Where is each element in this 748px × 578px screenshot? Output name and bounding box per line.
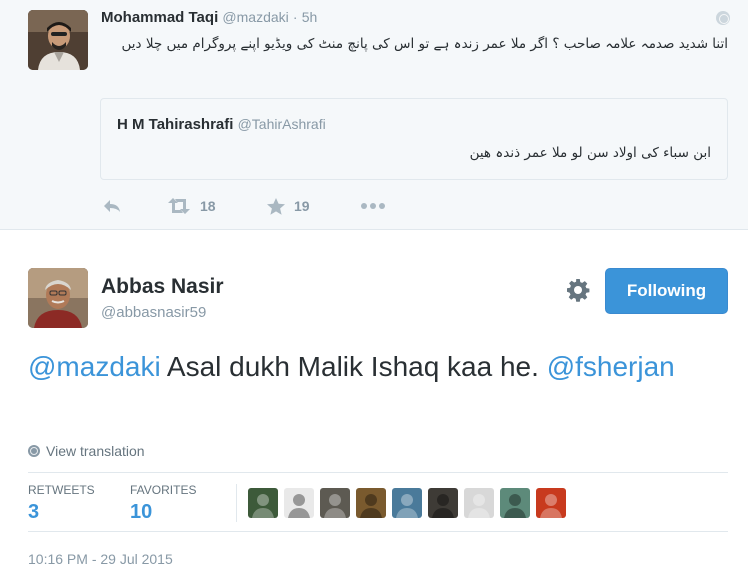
mention-link[interactable]: @fsherjan [547,351,675,382]
author-handle[interactable]: @abbasnasir59 [101,304,206,321]
quoted-author-handle[interactable]: @TahirAshrafi [238,116,326,132]
favorite-count: 19 [294,198,310,214]
globe-icon [716,11,730,25]
quoted-tweet-text: ابن سباء کی اولاد سن لو ملا عمر ذندہ ھین [469,145,711,161]
avatar[interactable] [28,268,88,328]
tweet-timestamp[interactable]: 10:16 PM - 29 Jul 2015 [28,551,173,567]
favoriter-avatar[interactable] [500,488,530,518]
avatar-silhouette [504,494,526,518]
favoriter-avatar[interactable] [356,488,386,518]
view-translation-link[interactable]: View translation [28,443,145,459]
tweet-actions: 18 19 [102,194,402,218]
avatar-silhouette [540,494,562,518]
favoriter-avatar[interactable] [248,488,278,518]
favorites-stat[interactable]: FAVORITES 10 [130,483,196,524]
favoriter-avatar[interactable] [284,488,314,518]
parent-tweet-header: Mohammad Taqi @mazdaki · 5h [101,9,317,26]
divider [236,484,237,522]
favoriter-avatar[interactable] [428,488,458,518]
tweet-time[interactable]: 5h [302,9,318,25]
avatar-silhouette [288,494,310,518]
tweet-body-text: Asal dukh Malik Ishaq kaa he. [160,351,547,382]
settings-button[interactable] [566,278,590,302]
favoriter-avatar[interactable] [320,488,350,518]
avatar-silhouette [324,494,346,518]
avatar[interactable] [28,10,88,70]
parent-tweet: Mohammad Taqi @mazdaki · 5h اتنا شدید صد… [0,0,748,230]
favoriter-avatars [248,488,572,518]
quoted-author-name[interactable]: H M Tahirashrafi [117,116,233,133]
retweets-label: RETWEETS [28,483,95,497]
following-button[interactable]: Following [605,268,728,314]
favoriter-avatar[interactable] [464,488,494,518]
author-handle[interactable]: @mazdaki [222,9,288,25]
author-name[interactable]: Mohammad Taqi [101,9,218,26]
favorite-button[interactable]: 19 [266,194,310,218]
favorites-label: FAVORITES [130,483,197,497]
avatar-silhouette [252,494,274,518]
avatar-silhouette [396,494,418,518]
retweet-count: 18 [200,198,216,214]
more-icon [361,203,385,209]
view-translation-label: View translation [46,443,145,459]
quoted-tweet-header: H M Tahirashrafi @TahirAshrafi [117,116,326,133]
retweet-icon [168,198,190,214]
mention-link[interactable]: @mazdaki [28,351,161,382]
avatar-silhouette [468,494,490,518]
more-button[interactable] [360,194,386,218]
quoted-tweet[interactable]: H M Tahirashrafi @TahirAshrafi ابن سباء … [100,98,728,180]
tweet-stats: RETWEETS 3 FAVORITES 10 [28,472,728,532]
author-name[interactable]: Abbas Nasir [101,275,224,299]
tweet-text: @mazdaki Asal dukh Malik Ishaq kaa he. @… [28,346,718,387]
star-icon [267,197,285,215]
favoriter-avatar[interactable] [392,488,422,518]
globe-icon [28,445,40,457]
parent-tweet-text: اتنا شدید صدمہ علامہ صاحب ؟ اگر ملا عمر … [121,36,729,52]
separator: · [292,9,298,25]
gear-icon [567,279,590,302]
reply-button[interactable] [102,194,122,218]
avatar-silhouette [360,494,382,518]
reply-icon [104,200,120,212]
avatar-silhouette [432,494,454,518]
retweets-count: 3 [28,501,40,523]
favoriter-avatar[interactable] [536,488,566,518]
retweet-button[interactable]: 18 [166,194,216,218]
favorites-count: 10 [130,501,153,523]
retweets-stat[interactable]: RETWEETS 3 [28,483,95,524]
